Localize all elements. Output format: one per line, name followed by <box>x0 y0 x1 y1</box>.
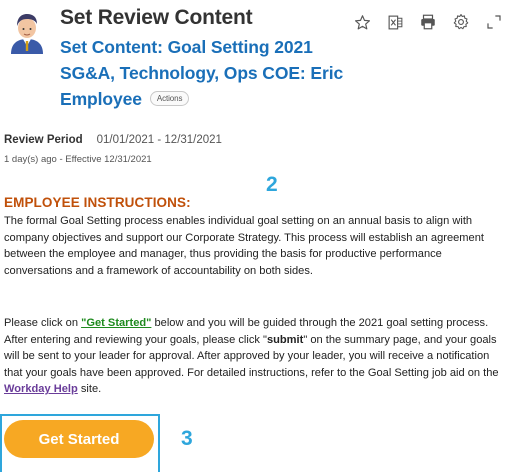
step-2-annotation: 2 <box>266 173 278 196</box>
subtitle-line-3-text[interactable]: Employee <box>60 89 142 109</box>
para2-text-d: site. <box>77 383 102 395</box>
subtitle-line-2[interactable]: SG&A, Technology, Ops COE: Eric <box>60 63 343 84</box>
excel-export-icon[interactable] <box>385 12 405 32</box>
review-period-label: Review Period <box>4 134 83 146</box>
instructions-paragraph-2: Please click on "Get Started" below and … <box>4 315 508 398</box>
review-period: Review Period 01/01/2021 - 12/31/2021 <box>4 134 222 146</box>
page-title: Set Review Content <box>60 6 253 29</box>
get-started-link[interactable]: "Get Started" <box>81 317 151 329</box>
subtitle-line-3[interactable]: Employee Actions <box>60 89 190 110</box>
toolbar <box>352 12 504 32</box>
expand-icon[interactable] <box>484 12 504 32</box>
instructions-heading: EMPLOYEE INSTRUCTIONS: <box>4 195 191 210</box>
review-period-value: 01/01/2021 - 12/31/2021 <box>96 134 222 146</box>
effective-meta: 1 day(s) ago - Effective 12/31/2021 <box>4 154 152 165</box>
star-icon[interactable] <box>352 12 372 32</box>
subtitle-line-1[interactable]: Set Content: Goal Setting 2021 <box>60 37 313 58</box>
submit-text: submit <box>266 333 304 346</box>
get-started-button[interactable]: Get Started <box>4 420 154 458</box>
avatar <box>8 10 46 56</box>
print-icon[interactable] <box>418 12 438 32</box>
instructions-paragraph-1: The formal Goal Setting process enables … <box>4 215 484 277</box>
step-3-annotation: 3 <box>181 427 193 450</box>
gear-icon[interactable] <box>451 12 471 32</box>
workday-help-link[interactable]: Workday Help <box>4 383 78 395</box>
actions-button[interactable]: Actions <box>149 90 190 106</box>
para2-text-a: Please click on <box>4 317 82 329</box>
